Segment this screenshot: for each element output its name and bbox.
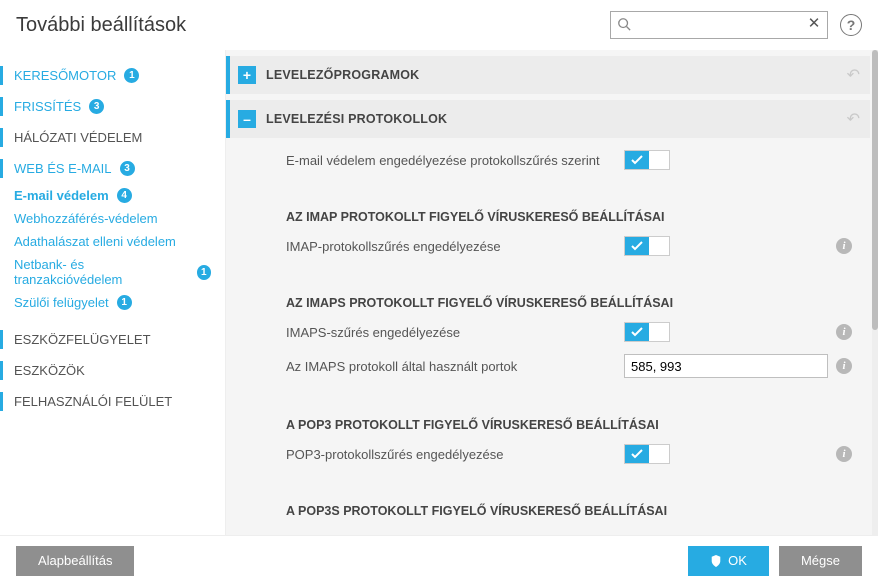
toggle-pop3[interactable]	[624, 444, 670, 464]
row-label: E-mail védelem engedélyezése protokollsz…	[286, 153, 616, 168]
toggle-knob	[625, 323, 649, 341]
toggle-knob	[625, 237, 649, 255]
sidebar-item-label: Adathalászat elleni védelem	[14, 234, 176, 249]
header: További beállítások ✕ ?	[0, 0, 878, 50]
sidebar-item-email-vedelem[interactable]: E-mail védelem 4	[0, 184, 225, 207]
scrollbar-thumb[interactable]	[872, 50, 878, 330]
toggle-knob	[625, 151, 649, 169]
sidebar-item-label: Webhozzáférés-védelem	[14, 211, 158, 226]
row-pop3-enable: POP3-protokollszűrés engedélyezése i	[226, 438, 872, 470]
badge: 4	[117, 188, 132, 203]
sidebar-item-label: E-mail védelem	[14, 188, 109, 203]
info-icon[interactable]: i	[836, 446, 852, 462]
sidebar-item-szuloi[interactable]: Szülői felügyelet 1	[0, 291, 225, 314]
footer: Alapbeállítás OK Mégse	[0, 535, 878, 585]
sidebar-item-frissites[interactable]: FRISSÍTÉS 3	[0, 91, 225, 122]
help-icon[interactable]: ?	[840, 14, 862, 36]
sidebar-item-eszkozfelugyelet[interactable]: ESZKÖZFELÜGYELET	[0, 324, 225, 355]
sidebar-item-label: ESZKÖZFELÜGYELET	[14, 332, 151, 347]
row-imaps-ports: Az IMAPS protokoll által használt portok…	[226, 348, 872, 384]
sidebar: KERESŐMOTOR 1 FRISSÍTÉS 3 HÁLÓZATI VÉDEL…	[0, 50, 225, 535]
sidebar-item-webhozzaferes[interactable]: Webhozzáférés-védelem	[0, 207, 225, 230]
sidebar-item-web-email[interactable]: WEB ÉS E-MAIL 3	[0, 153, 225, 184]
row-imap-enable: IMAP-protokollszűrés engedélyezése i	[226, 230, 872, 262]
info-icon[interactable]: i	[836, 324, 852, 340]
section-imaps: AZ IMAPS PROTOKOLLT FIGYELŐ VÍRUSKERESŐ …	[226, 282, 872, 316]
cancel-button[interactable]: Mégse	[779, 546, 862, 576]
row-imaps-enable: IMAPS-szűrés engedélyezése i	[226, 316, 872, 348]
sidebar-item-label: HÁLÓZATI VÉDELEM	[14, 130, 142, 145]
section-imap: AZ IMAP PROTOKOLLT FIGYELŐ VÍRUSKERESŐ B…	[226, 196, 872, 230]
search-icon	[617, 17, 631, 31]
badge: 3	[89, 99, 104, 114]
info-icon[interactable]: i	[836, 358, 852, 374]
row-email-protection-enable: E-mail védelem engedélyezése protokollsz…	[226, 144, 872, 176]
ok-button[interactable]: OK	[688, 546, 769, 576]
row-label: POP3-protokollszűrés engedélyezése	[286, 447, 616, 462]
body: KERESŐMOTOR 1 FRISSÍTÉS 3 HÁLÓZATI VÉDEL…	[0, 50, 878, 535]
badge: 1	[124, 68, 139, 83]
ok-label: OK	[728, 553, 747, 568]
row-label: IMAPS-szűrés engedélyezése	[286, 325, 616, 340]
search-input[interactable]	[610, 11, 828, 39]
sidebar-item-label: FRISSÍTÉS	[14, 99, 81, 114]
sidebar-item-halozati[interactable]: HÁLÓZATI VÉDELEM	[0, 122, 225, 153]
sidebar-item-felhasznaloi[interactable]: FELHASZNÁLÓI FELÜLET	[0, 386, 225, 417]
header-actions: ✕ ?	[610, 11, 862, 39]
sidebar-item-label: FELHASZNÁLÓI FELÜLET	[14, 394, 172, 409]
group-levelezo-programok[interactable]: + LEVELEZŐPROGRAMOK ↶	[226, 56, 870, 94]
group-levelezesi-protokollok[interactable]: – LEVELEZÉSI PROTOKOLLOK ↶	[226, 100, 870, 138]
section-pop3: A POP3 PROTOKOLLT FIGYELŐ VÍRUSKERESŐ BE…	[226, 404, 872, 438]
sidebar-item-netbank[interactable]: Netbank- és tranzakcióvédelem 1	[0, 253, 225, 291]
sidebar-item-label: Netbank- és tranzakcióvédelem	[14, 257, 189, 287]
badge: 3	[120, 161, 135, 176]
group-title: LEVELEZŐPROGRAMOK	[266, 68, 419, 82]
sidebar-item-label: WEB ÉS E-MAIL	[14, 161, 112, 176]
undo-icon[interactable]: ↶	[847, 109, 860, 129]
badge: 1	[197, 265, 211, 280]
clear-icon[interactable]: ✕	[806, 16, 822, 32]
content: + LEVELEZŐPROGRAMOK ↶ – LEVELEZÉSI PROTO…	[225, 50, 878, 535]
check-icon	[631, 155, 643, 165]
sidebar-item-label: KERESŐMOTOR	[14, 68, 116, 83]
sidebar-item-label: ESZKÖZÖK	[14, 363, 85, 378]
check-icon	[631, 449, 643, 459]
collapse-icon[interactable]: –	[238, 110, 256, 128]
sidebar-item-adathalaszat[interactable]: Adathalászat elleni védelem	[0, 230, 225, 253]
expand-icon[interactable]: +	[238, 66, 256, 84]
default-button[interactable]: Alapbeállítás	[16, 546, 134, 576]
imaps-ports-input[interactable]	[624, 354, 828, 378]
check-icon	[631, 327, 643, 337]
undo-icon[interactable]: ↶	[847, 65, 860, 85]
shield-icon	[710, 555, 722, 567]
badge: 1	[117, 295, 132, 310]
group-title: LEVELEZÉSI PROTOKOLLOK	[266, 112, 447, 126]
page-title: További beállítások	[16, 14, 186, 37]
toggle-email-protection[interactable]	[624, 150, 670, 170]
toggle-imaps[interactable]	[624, 322, 670, 342]
info-icon[interactable]: i	[836, 238, 852, 254]
section-pop3s: A POP3S PROTOKOLLT FIGYELŐ VÍRUSKERESŐ B…	[226, 490, 872, 524]
toggle-imap[interactable]	[624, 236, 670, 256]
row-label: Az IMAPS protokoll által használt portok	[286, 359, 616, 374]
search-wrap: ✕	[610, 11, 828, 39]
sidebar-item-keresomotor[interactable]: KERESŐMOTOR 1	[0, 60, 225, 91]
check-icon	[631, 241, 643, 251]
toggle-knob	[625, 445, 649, 463]
sidebar-item-label: Szülői felügyelet	[14, 295, 109, 310]
row-label: IMAP-protokollszűrés engedélyezése	[286, 239, 616, 254]
sidebar-item-eszkozok[interactable]: ESZKÖZÖK	[0, 355, 225, 386]
